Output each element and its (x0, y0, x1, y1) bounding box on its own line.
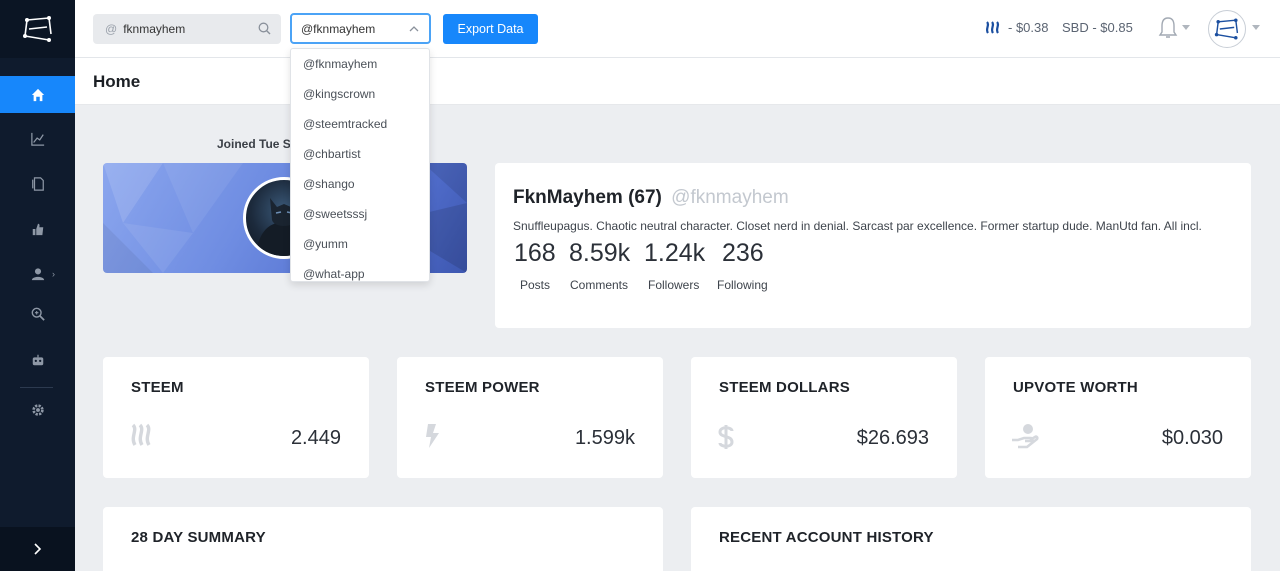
dropdown-option[interactable]: @shango (291, 169, 429, 199)
chevron-up-icon (409, 26, 419, 32)
upvote-worth-value: $0.030 (1161, 427, 1223, 449)
sidebar-item-upvotes[interactable] (0, 210, 75, 247)
history-title: RECENT ACCOUNT HISTORY (719, 529, 934, 546)
profile-reputation: (67) (628, 187, 662, 208)
at-prefix: @ (105, 22, 118, 36)
followers-label: Followers (648, 278, 700, 292)
sidebar-item-bots[interactable] (0, 341, 75, 378)
comments-count: 8.59k (569, 239, 631, 267)
sidebar-item-explore[interactable] (0, 295, 75, 332)
profile-card: FknMayhem (67) @fknmayhem Snuffleupagus.… (495, 163, 1251, 328)
sidebar-expand-button[interactable] (0, 527, 75, 571)
dropdown-option[interactable]: @kingscrown (291, 79, 429, 109)
posts-count: 168 (514, 239, 556, 267)
dropdown-option[interactable]: @yumm (291, 229, 429, 259)
chevron-right-icon: › (52, 268, 55, 279)
summary-title: 28 DAY SUMMARY (131, 529, 266, 546)
sidebar-divider (20, 387, 53, 388)
steem-price: - $0.38 (985, 20, 1048, 35)
posts-label: Posts (520, 278, 551, 292)
steem-card-title: STEEM (131, 379, 184, 396)
logo-icon (22, 16, 52, 42)
search-value: fknmayhem (123, 22, 186, 36)
gear-icon (31, 403, 44, 416)
upvote-worth-card: UPVOTE WORTH $0.030 (985, 357, 1251, 478)
joined-date: Joined Tue Se (217, 137, 298, 151)
hand-coin-icon (1012, 424, 1039, 449)
steem-dollars-card: STEEM DOLLARS $26.693 (691, 357, 957, 478)
bell-icon[interactable] (1158, 16, 1178, 40)
profile-name: FknMayhem (67) @fknmayhem (513, 187, 789, 209)
upvote-worth-card-title: UPVOTE WORTH (1013, 379, 1138, 396)
search-icon[interactable] (258, 22, 271, 35)
steem-balance: 2.449 (290, 427, 341, 449)
chevron-right-icon (33, 543, 41, 555)
steem-power-balance: 1.599k (574, 427, 635, 449)
profile-display-name: FknMayhem (513, 187, 623, 208)
thumbs-up-icon (32, 223, 43, 235)
dropdown-option[interactable]: @what-app (291, 259, 429, 281)
profile-bio: Snuffleupagus. Chaotic neutral character… (513, 219, 1202, 233)
steem-card: STEEM 2.449 (103, 357, 369, 478)
export-data-button[interactable]: Export Data (443, 14, 538, 44)
zoom-icon (31, 307, 45, 321)
chart-icon (30, 132, 44, 146)
following-label: Following (717, 278, 768, 292)
sidebar-item-settings[interactable] (0, 391, 75, 428)
dropdown-option[interactable]: @sweetsssj (291, 199, 429, 229)
document-icon (31, 176, 44, 191)
account-dropdown-menu: @fknmayhem @kingscrown @steemtracked @ch… (290, 48, 430, 282)
logo-icon (1214, 18, 1239, 40)
user-avatar[interactable] (1208, 10, 1246, 48)
summary-card: 28 DAY SUMMARY (103, 507, 663, 571)
user-icon (31, 267, 44, 280)
followers-count[interactable]: 1.24k (644, 239, 705, 268)
dollar-icon (718, 425, 734, 449)
profile-handle[interactable]: @fknmayhem (671, 187, 789, 208)
page-title: Home (93, 72, 141, 91)
sidebar-item-analytics[interactable] (0, 120, 75, 157)
history-card: RECENT ACCOUNT HISTORY (691, 507, 1251, 571)
app-logo[interactable] (0, 0, 75, 58)
chevron-down-icon[interactable] (1252, 25, 1260, 30)
steem-price-text: - $0.38 (1008, 20, 1049, 35)
lightning-icon (426, 424, 439, 448)
sidebar: › (0, 0, 75, 571)
following-count[interactable]: 236 (722, 239, 764, 268)
steem-icon (985, 21, 1000, 34)
steem-icon (131, 423, 151, 446)
dropdown-option[interactable]: @steemtracked (291, 109, 429, 139)
dropdown-option[interactable]: @fknmayhem (291, 49, 429, 79)
sidebar-item-posts[interactable] (0, 165, 75, 202)
steem-dollars-balance: $26.693 (856, 427, 929, 449)
steem-dollars-card-title: STEEM DOLLARS (719, 379, 850, 396)
top-header: @ fknmayhem @fknmayhem Export Data - $0.… (75, 0, 1280, 58)
sbd-price: SBD - $0.85 (1062, 20, 1133, 35)
page-title-bar: Home (75, 58, 1280, 105)
steem-power-card-title: STEEM POWER (425, 379, 540, 396)
account-select-value: @fknmayhem (301, 21, 376, 36)
robot-icon (32, 354, 43, 365)
account-search-input[interactable]: @ fknmayhem (93, 14, 281, 44)
steem-power-card: STEEM POWER 1.599k (397, 357, 663, 478)
account-select[interactable]: @fknmayhem (290, 13, 431, 44)
sidebar-item-accounts[interactable]: › (0, 255, 75, 292)
chevron-down-icon[interactable] (1182, 25, 1190, 30)
sidebar-item-home[interactable] (0, 76, 75, 113)
comments-label: Comments (570, 278, 629, 292)
dropdown-option[interactable]: @chbartist (291, 139, 429, 169)
home-icon (31, 88, 44, 101)
